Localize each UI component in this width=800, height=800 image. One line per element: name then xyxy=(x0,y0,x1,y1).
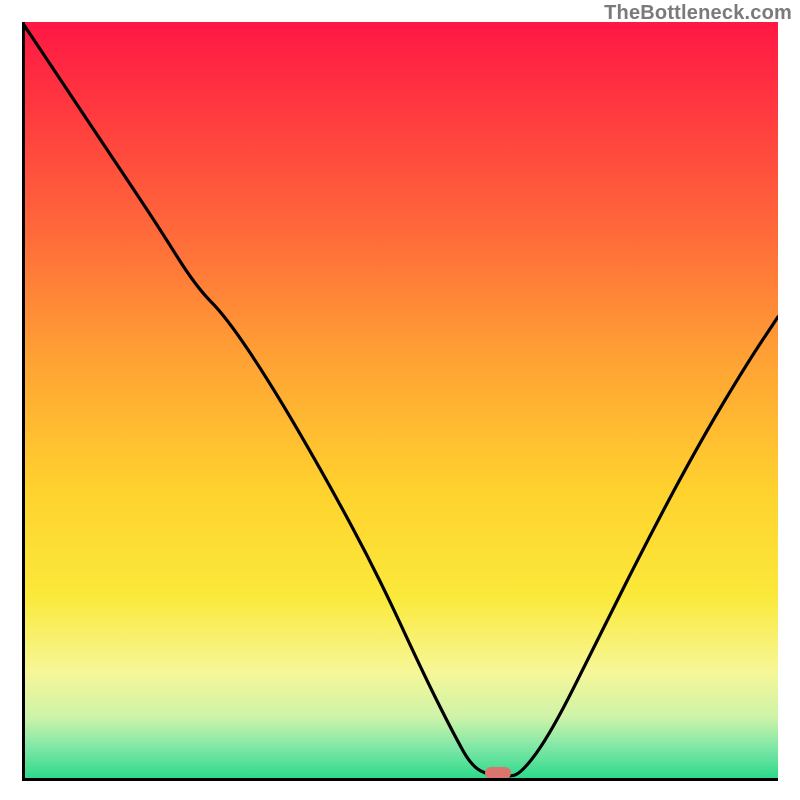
plot-area xyxy=(22,22,778,778)
y-axis xyxy=(22,22,25,778)
optimal-marker xyxy=(485,767,511,778)
x-axis xyxy=(22,778,778,781)
watermark-text: TheBottleneck.com xyxy=(604,2,792,25)
bottleneck-curve xyxy=(22,22,778,778)
chart-container: TheBottleneck.com xyxy=(0,0,800,800)
